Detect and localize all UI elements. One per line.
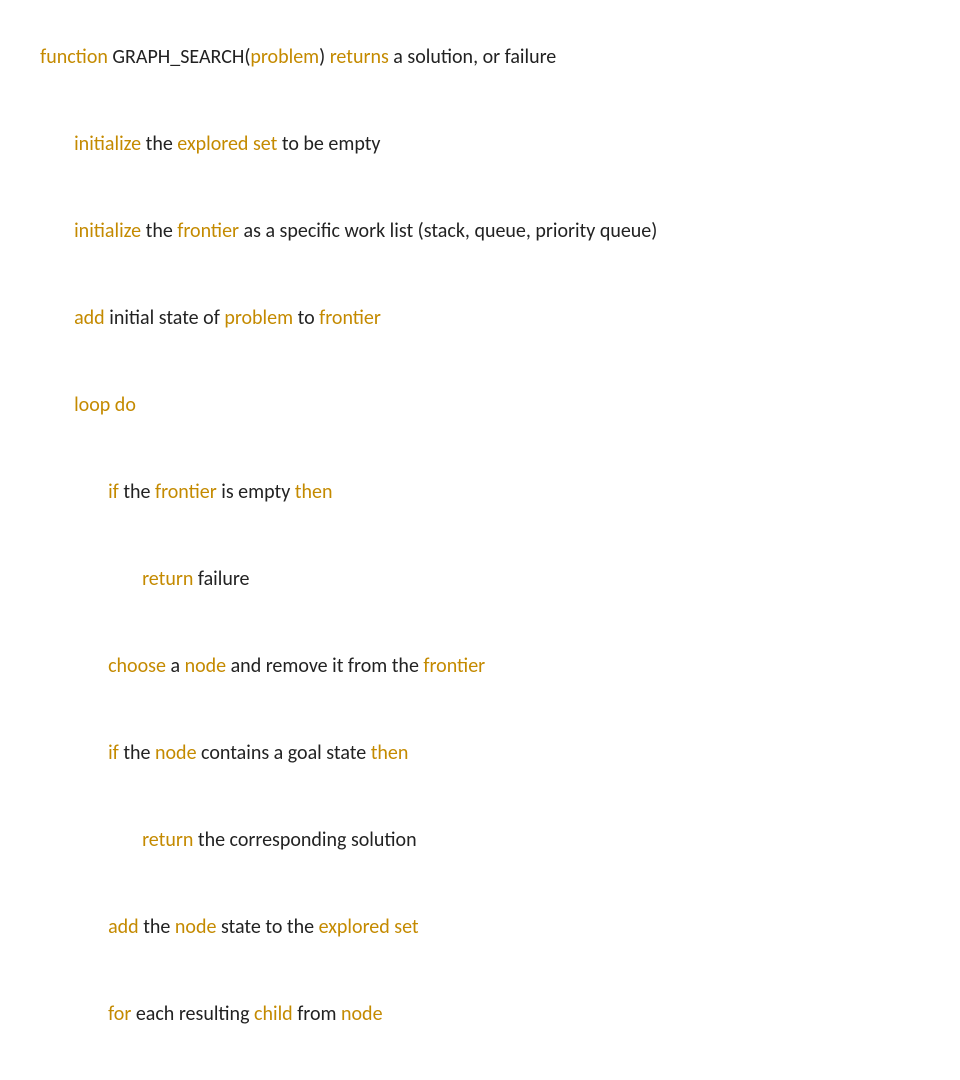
text: GRAPH_SEARCH(: [108, 45, 251, 69]
ident-frontier: frontier: [177, 219, 239, 243]
keyword-return: return: [142, 567, 193, 591]
text: the: [119, 480, 155, 504]
pseudocode-line-8: choose a node and remove it from the fro…: [22, 623, 950, 710]
ident-node: node: [175, 915, 217, 939]
ident-child: child: [254, 1002, 293, 1026]
text: ): [319, 45, 330, 69]
ident-problem: problem: [224, 306, 293, 330]
text: initial state of: [105, 306, 225, 330]
pseudocode-line-11: add the node state to the explored set: [22, 884, 950, 971]
ident-frontier: frontier: [423, 654, 485, 678]
pseudocode-line-2: initialize the explored set to be empty: [22, 101, 950, 188]
text: the: [119, 741, 155, 765]
pseudocode-line-13: if the child state is not already in the…: [22, 1058, 950, 1080]
ident-problem: problem: [250, 45, 319, 69]
keyword-choose: choose: [108, 654, 166, 678]
ident-node: node: [155, 741, 197, 765]
text: a solution, or failure: [389, 45, 556, 69]
text: each resulting: [131, 1002, 254, 1026]
ident-frontier: frontier: [319, 306, 381, 330]
keyword-returns: returns: [330, 45, 389, 69]
text: the: [141, 132, 177, 156]
text: to: [293, 306, 319, 330]
text: state to the: [216, 915, 318, 939]
keyword-initialize: initialize: [74, 132, 141, 156]
pseudocode-block: function GRAPH_SEARCH(problem) returns a…: [0, 0, 960, 1080]
ident-frontier: frontier: [155, 480, 217, 504]
pseudocode-line-3: initialize the frontier as a specific wo…: [22, 188, 950, 275]
text: is empty: [217, 480, 295, 504]
text: to be empty: [277, 132, 380, 156]
ident-node: node: [341, 1002, 383, 1026]
keyword-for: for: [108, 1002, 131, 1026]
pseudocode-line-10: return the corresponding solution: [22, 797, 950, 884]
pseudocode-line-9: if the node contains a goal state then: [22, 710, 950, 797]
pseudocode-line-5: loop do: [22, 362, 950, 449]
text: failure: [193, 567, 249, 591]
ident-explored-set: explored set: [319, 915, 419, 939]
keyword-if: if: [108, 741, 119, 765]
text: the: [141, 219, 177, 243]
pseudocode-line-6: if the frontier is empty then: [22, 449, 950, 536]
keyword-then: then: [295, 480, 333, 504]
keyword-return: return: [142, 828, 193, 852]
keyword-function: function: [40, 45, 108, 69]
pseudocode-line-12: for each resulting child from node: [22, 971, 950, 1058]
pseudocode-line-1: function GRAPH_SEARCH(problem) returns a…: [22, 14, 950, 101]
keyword-initialize: initialize: [74, 219, 141, 243]
text: a: [166, 654, 185, 678]
keyword-if: if: [108, 480, 119, 504]
keyword-then: then: [371, 741, 409, 765]
text: and remove it from the: [226, 654, 423, 678]
text: from: [293, 1002, 341, 1026]
pseudocode-line-4: add initial state of problem to frontier: [22, 275, 950, 362]
text: as a specific work list (stack, queue, p…: [239, 219, 657, 243]
pseudocode-line-7: return failure: [22, 536, 950, 623]
text: contains a goal state: [197, 741, 371, 765]
ident-node: node: [185, 654, 227, 678]
keyword-loop-do: loop do: [74, 393, 136, 417]
keyword-add: add: [108, 915, 139, 939]
keyword-add: add: [74, 306, 105, 330]
ident-explored-set: explored set: [177, 132, 277, 156]
text: the corresponding solution: [193, 828, 416, 852]
text: the: [139, 915, 175, 939]
